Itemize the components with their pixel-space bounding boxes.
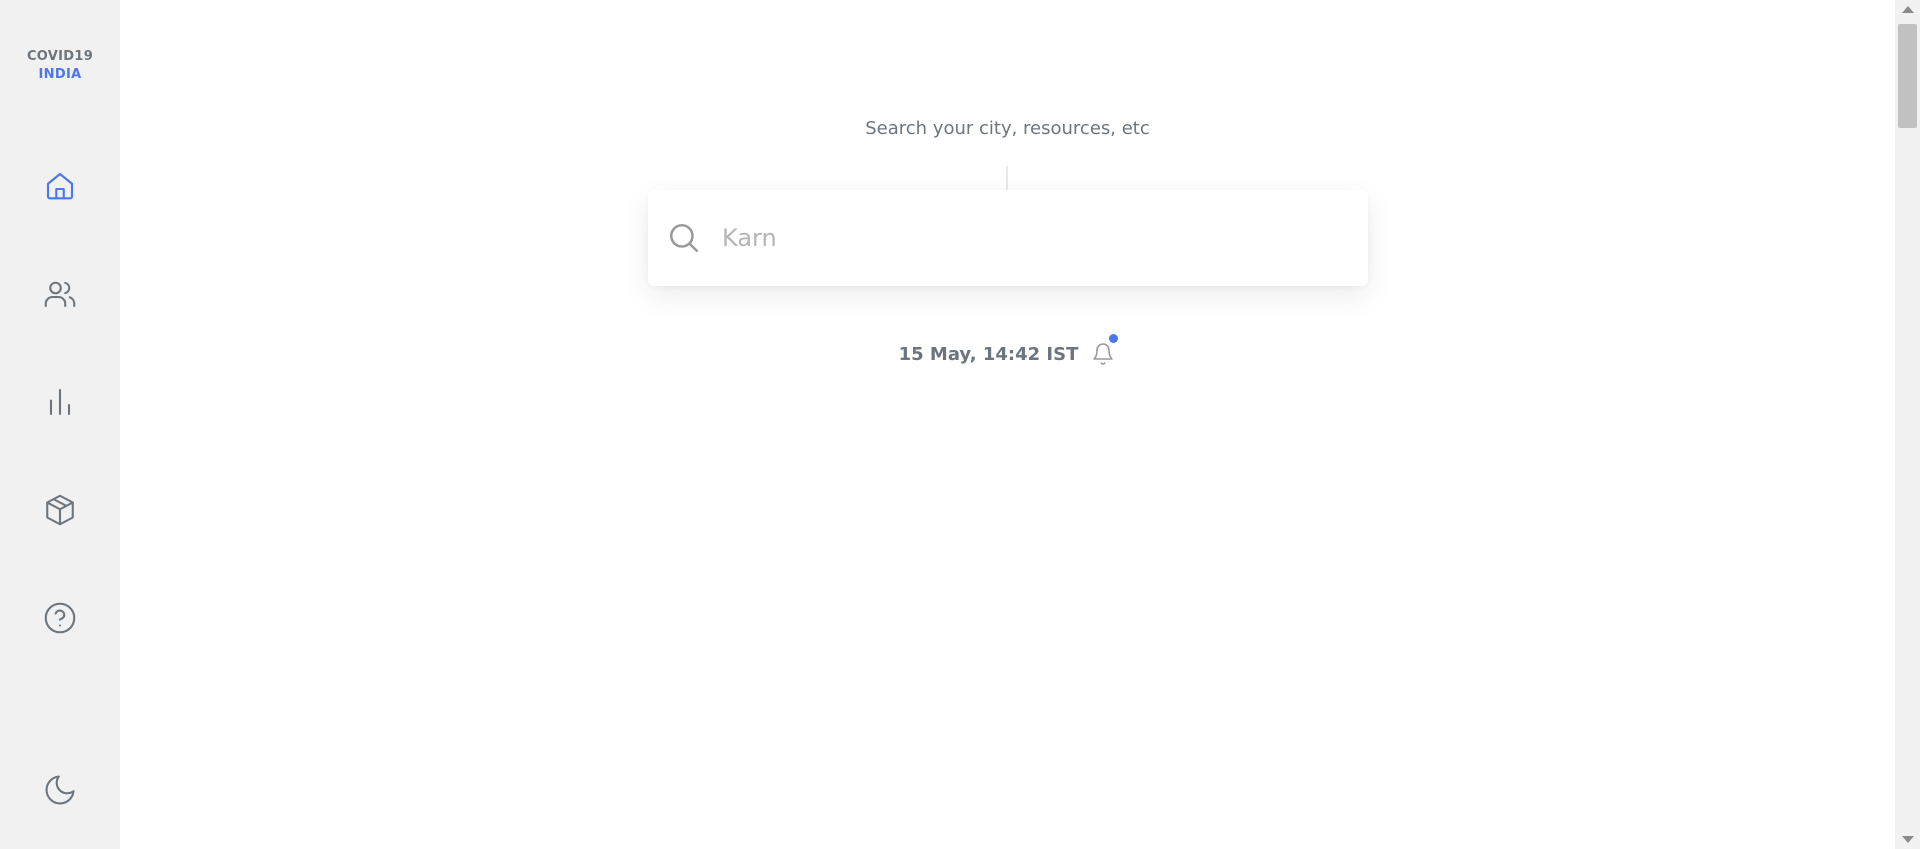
scroll-up-arrow[interactable] [1902, 6, 1914, 13]
sidebar: COVID19 INDIA [0, 0, 120, 849]
search-divider [1006, 166, 1008, 190]
scroll-down-arrow[interactable] [1902, 836, 1914, 843]
search-icon [666, 220, 702, 256]
help-circle-icon [44, 602, 76, 634]
home-icon [46, 172, 74, 200]
logo-line1: COVID19 [26, 49, 94, 64]
nav-charts[interactable] [40, 382, 80, 422]
scroll-thumb[interactable] [1898, 24, 1917, 128]
logo-line2: INDIA [38, 67, 82, 82]
search-bar[interactable] [648, 190, 1368, 286]
moon-icon [45, 775, 75, 805]
last-updated-time: 15 May, 14:42 IST [898, 343, 1079, 365]
search-input[interactable] [720, 223, 1324, 253]
search-hint: Search your city, resources, etc [865, 118, 1150, 139]
bell-icon [1093, 343, 1114, 365]
nav-resources[interactable] [40, 490, 80, 530]
users-icon [44, 281, 76, 308]
notification-dot [1109, 334, 1119, 343]
last-updated: 15 May, 14:42 IST [120, 334, 1895, 368]
bar-chart-icon [49, 388, 71, 416]
logo[interactable]: COVID19 INDIA [0, 48, 120, 84]
nav-home[interactable] [40, 166, 80, 206]
notifications-button[interactable] [1090, 334, 1119, 368]
nav-volunteers[interactable] [40, 274, 80, 314]
package-icon [46, 494, 74, 526]
nav-faq[interactable] [40, 598, 80, 638]
main-content: Search your city, resources, etc 15 May,… [120, 0, 1895, 849]
vertical-scrollbar[interactable] [1895, 0, 1920, 849]
dark-mode-toggle[interactable] [40, 770, 80, 810]
